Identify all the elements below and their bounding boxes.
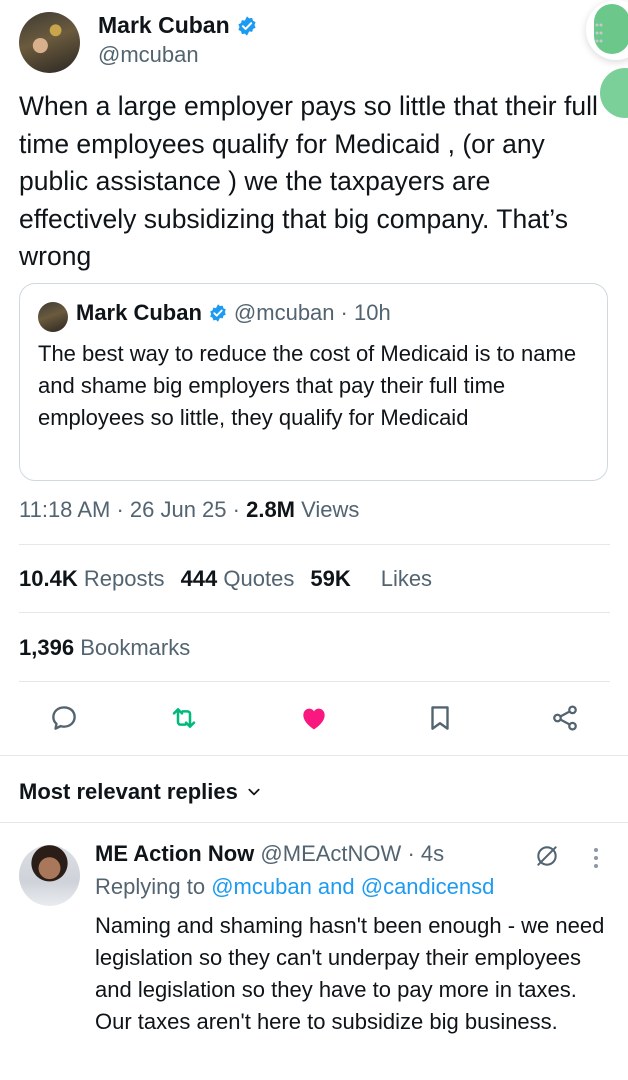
like-icon: [303, 708, 325, 730]
tweet-date: 26 Jun 25: [129, 497, 227, 522]
share-button[interactable]: [547, 700, 583, 736]
divider: [19, 681, 610, 682]
tweet-time: 11:18 AM: [19, 497, 111, 522]
like-button[interactable]: [296, 700, 332, 736]
views-label: Views: [301, 497, 360, 522]
repost-icon: [172, 708, 196, 728]
reply-author-avatar[interactable]: [19, 845, 80, 906]
views-count: 2.8M: [246, 497, 296, 522]
quoted-tweet-card[interactable]: Mark Cuban @mcuban · 10h The best way to…: [19, 283, 608, 481]
tweet-meta: 11:18 AM · 26 Jun 25 · 2.8M Views: [19, 497, 360, 522]
divider: [19, 612, 610, 613]
quoted-author-handle: @mcuban: [233, 300, 335, 325]
reply-text: Naming and shaming hasn't been enough - …: [95, 913, 605, 1034]
bookmark-button[interactable]: [422, 700, 458, 736]
author-handle[interactable]: @mcuban: [98, 42, 199, 68]
replying-to-prefix: Replying to: [95, 874, 206, 899]
quoted-tweet-text: The best way to reduce the cost of Medic…: [38, 341, 577, 430]
likes-count: 59K: [310, 566, 351, 591]
reposts-stat[interactable]: 10.4K Reposts: [19, 566, 165, 591]
reply-time: · 4s: [407, 841, 445, 866]
quoted-author-name: Mark Cuban: [76, 300, 202, 325]
quotes-label: Quotes: [223, 566, 295, 591]
verified-badge-icon: [210, 304, 226, 322]
likes-label: Likes: [380, 566, 433, 591]
more-options-icon[interactable]: [588, 847, 604, 869]
author-name-row[interactable]: Mark Cuban: [98, 12, 258, 39]
divider: [0, 755, 628, 756]
replies-sort-label: Most relevant replies: [19, 779, 238, 804]
divider: [19, 544, 610, 545]
verified-badge-icon: [238, 15, 256, 36]
replies-sort-dropdown[interactable]: Most relevant replies: [19, 779, 262, 805]
quotes-stat[interactable]: 444 Quotes: [181, 566, 295, 591]
bookmarks-label: Bookmarks: [80, 635, 191, 660]
drag-handle-icon[interactable]: [595, 22, 603, 44]
reposts-label: Reposts: [83, 566, 165, 591]
bookmark-icon: [431, 706, 449, 730]
bookmarks-stat[interactable]: 1,396 Bookmarks: [19, 635, 190, 661]
chevron-down-icon: [248, 788, 260, 796]
repost-button[interactable]: [166, 700, 202, 736]
tweet-text: When a large employer pays so little tha…: [19, 91, 598, 271]
quoted-author-avatar: [38, 302, 68, 332]
author-name: Mark Cuban: [98, 12, 230, 38]
replying-to-targets[interactable]: @mcuban and @candicensd: [211, 874, 494, 899]
quoted-tweet-time: · 10h: [340, 300, 391, 325]
share-icon: [553, 705, 577, 731]
quotes-count: 444: [180, 566, 218, 591]
engagement-stats: 10.4K Reposts 444 Quotes 59K Likes: [19, 566, 432, 592]
reply-button[interactable]: [46, 700, 82, 736]
divider: [0, 822, 628, 823]
bookmarks-count: 1,396: [19, 635, 75, 660]
grok-icon[interactable]: [534, 843, 560, 869]
replying-to: Replying to @mcuban and @candicensd: [95, 874, 494, 900]
reposts-count: 10.4K: [19, 566, 78, 591]
reply-icon: [52, 706, 76, 730]
quoted-tweet-header: Mark Cuban @mcuban · 10h: [76, 300, 391, 326]
likes-stat[interactable]: 59K Likes: [310, 566, 432, 591]
reply-header[interactable]: ME Action Now @MEActNOW · 4s: [95, 841, 444, 867]
voice-floating-button[interactable]: [586, 0, 628, 60]
reply-author-name: ME Action Now: [95, 841, 255, 866]
author-avatar[interactable]: [19, 12, 80, 73]
reply-author-handle: @MEActNOW: [260, 841, 402, 866]
